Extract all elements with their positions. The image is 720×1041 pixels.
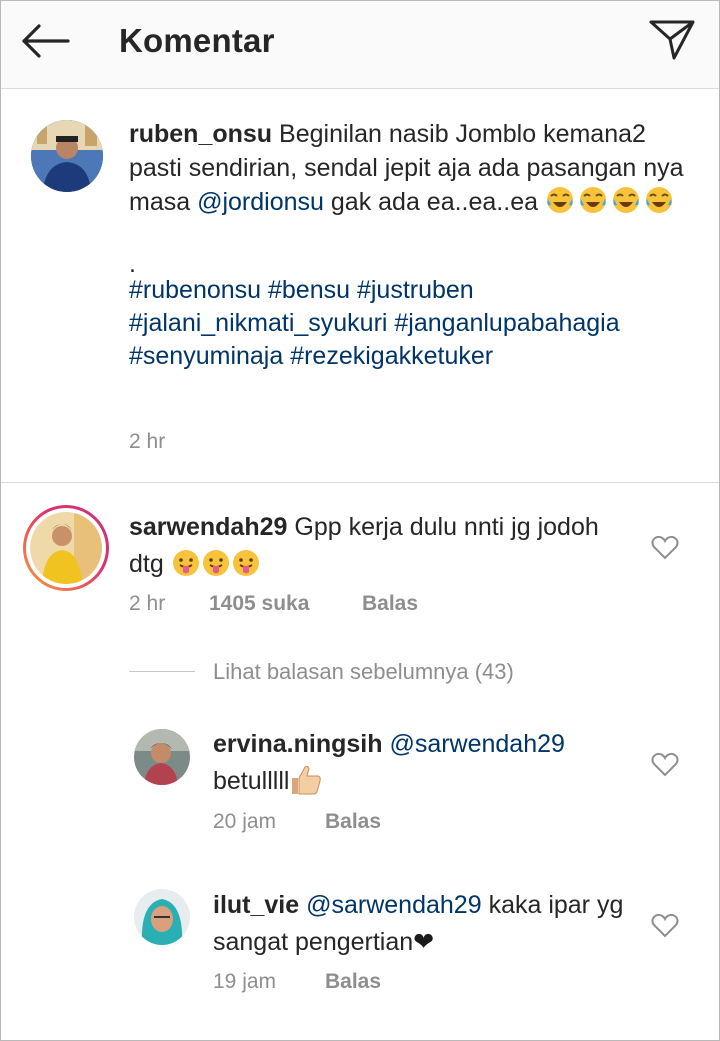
caption-username[interactable]: ruben_onsu bbox=[129, 120, 272, 148]
tears-of-joy-emoji-row bbox=[545, 187, 677, 216]
comments-screen: Komentar ruben_onsu Beginilan nasib Jomb… bbox=[0, 0, 720, 1041]
face-with-tongue-icon bbox=[232, 550, 259, 576]
caption-mention[interactable]: @jordionsu bbox=[197, 188, 324, 216]
reply-time: 19 jam bbox=[213, 970, 277, 993]
avatar[interactable] bbox=[134, 889, 190, 945]
back-button[interactable] bbox=[19, 19, 71, 63]
caption-text: ruben_onsu Beginilan nasib Jomblo kemana… bbox=[129, 117, 699, 219]
comment-time: 2 hr bbox=[129, 592, 166, 615]
avatar-story-ring[interactable] bbox=[23, 505, 109, 591]
reply-text: ervina.ningsih @sarwendah29 betulllll bbox=[213, 726, 639, 800]
profile-photo bbox=[30, 512, 102, 584]
heart-icon[interactable] bbox=[651, 534, 679, 560]
profile-photo bbox=[134, 729, 190, 785]
comment-username[interactable]: sarwendah29 bbox=[129, 513, 287, 541]
direct-message-button[interactable] bbox=[645, 17, 699, 63]
tongue-emoji-row bbox=[171, 550, 261, 578]
like-count-button[interactable]: 1405 suka bbox=[209, 592, 309, 616]
tears-of-joy-icon bbox=[612, 187, 639, 213]
page-title: Komentar bbox=[119, 22, 275, 59]
arrow-left-icon bbox=[22, 24, 70, 58]
reply-label: Balas bbox=[362, 592, 419, 615]
divider bbox=[129, 671, 195, 672]
comment-text: sarwendah29 Gpp kerja dulu nnti jg jodoh… bbox=[129, 509, 639, 583]
reply-label: Balas bbox=[325, 970, 382, 993]
profile-photo bbox=[134, 889, 190, 945]
reply-username[interactable]: ervina.ningsih bbox=[213, 730, 382, 758]
reply-body: betulllll bbox=[213, 767, 290, 795]
caption-hashtags[interactable]: #rubenonsu #bensu #justruben #jalani_nik… bbox=[129, 274, 699, 373]
reply-text: ilut_vie @sarwendah29 kaka ipar yg sanga… bbox=[213, 887, 639, 961]
face-with-tongue-icon bbox=[172, 550, 199, 576]
app-header: Komentar bbox=[1, 1, 719, 89]
avatar[interactable] bbox=[134, 729, 190, 785]
avatar[interactable] bbox=[31, 120, 103, 192]
reply-label: Balas bbox=[325, 810, 382, 833]
face-with-tongue-icon bbox=[202, 550, 229, 576]
reply-username[interactable]: ilut_vie bbox=[213, 891, 299, 919]
reply-time: 20 jam bbox=[213, 810, 277, 833]
reply-button[interactable]: Balas bbox=[325, 970, 381, 994]
paper-plane-icon bbox=[649, 20, 695, 60]
heart-icon[interactable] bbox=[651, 751, 679, 777]
post-caption: ruben_onsu Beginilan nasib Jomblo kemana… bbox=[1, 89, 719, 483]
tears-of-joy-icon bbox=[579, 187, 606, 213]
like-count: 1405 suka bbox=[209, 592, 310, 615]
reply-mention[interactable]: @sarwendah29 bbox=[389, 730, 565, 758]
caption-time: 2 hr bbox=[129, 430, 166, 453]
caption-body-2: gak ada ea..ea..ea bbox=[330, 188, 539, 216]
profile-photo bbox=[31, 120, 103, 192]
tears-of-joy-icon bbox=[645, 187, 672, 213]
heart-icon[interactable] bbox=[651, 912, 679, 938]
reply-button[interactable]: Balas bbox=[362, 592, 418, 616]
caption-dot: . bbox=[129, 250, 136, 278]
black-heart-icon: ❤ bbox=[413, 928, 435, 956]
tears-of-joy-icon bbox=[546, 187, 573, 213]
reply-mention[interactable]: @sarwendah29 bbox=[306, 891, 482, 919]
thumbs-up-icon bbox=[292, 765, 322, 795]
reply-button[interactable]: Balas bbox=[325, 810, 381, 834]
view-previous-replies-button[interactable]: Lihat balasan sebelumnya (43) bbox=[213, 659, 514, 685]
